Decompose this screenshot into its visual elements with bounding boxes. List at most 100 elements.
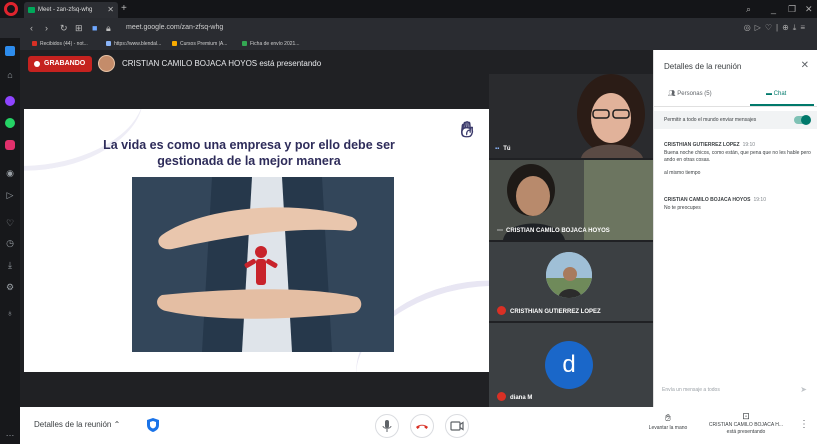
participant-name: ▪▪ Tú <box>495 146 511 152</box>
settings-icon[interactable]: ⚙ <box>4 282 16 292</box>
slide-photo <box>132 177 394 352</box>
meet-favicon-icon <box>28 7 35 13</box>
reload-icon[interactable]: ↻ <box>60 21 68 35</box>
bookmark-item[interactable]: https://www.blendal... <box>106 38 161 50</box>
allow-messages-label: Permitir a todo el mundo enviar mensajes <box>664 117 757 123</box>
lock-icon[interactable]: 🔒︎ <box>106 21 111 35</box>
maximize-window-icon[interactable]: ❐ <box>788 2 796 16</box>
gmail-icon <box>32 41 37 46</box>
bookmarks-bar: Recibidos (44) - not... https://www.blen… <box>20 38 817 50</box>
hands-protecting-person-image <box>132 177 394 352</box>
send-icon[interactable]: ➤ <box>800 384 807 396</box>
chat-icon: ▬ <box>766 91 772 97</box>
tab-close-icon[interactable]: ✕ <box>107 2 114 18</box>
address-bar: ‹ › ↻ ⊞ ■ 🔒︎ meet.google.com/zan-zfsq-wh… <box>0 18 817 38</box>
speed-dial-icon[interactable] <box>5 46 15 56</box>
message-time: 19:10 <box>742 142 756 148</box>
new-tab-icon[interactable]: + <box>121 2 127 16</box>
address-bar-actions[interactable]: ◎▷♡|⊕⤓≡ <box>744 21 809 35</box>
history-icon[interactable]: ◷ <box>4 238 16 248</box>
meet-stage: GRABANDO CRISTIAN CAMILO BOJACA HOYOS es… <box>20 50 653 407</box>
search-tabs-icon[interactable]: ⌕ <box>746 2 751 16</box>
bookmark-item[interactable]: Ficha de envío 2021... <box>242 38 299 50</box>
instagram-icon[interactable] <box>5 140 15 150</box>
slide-title: La vida es como una empresa y por ello d… <box>103 138 395 168</box>
tabs-grid-icon[interactable]: ⊞ <box>75 21 83 35</box>
participant-avatar: d <box>545 341 593 389</box>
url-field[interactable]: meet.google.com/zan-zfsq-whg <box>126 21 223 35</box>
opera-logo-icon[interactable] <box>4 2 18 16</box>
microphone-icon <box>382 420 392 432</box>
sheet-icon <box>242 41 247 46</box>
more-options-icon[interactable]: … <box>4 428 16 438</box>
close-icon[interactable]: ✕ <box>801 60 809 72</box>
browser-tab-bar: Meet - zan-zfsq-whg ✕ + ⌕ _ ❐ ✕ <box>0 0 817 18</box>
participant-name: CRISTHIAN GUTIERREZ LOPEZ <box>497 306 601 316</box>
back-icon[interactable]: ‹ <box>30 21 33 35</box>
participant-tile[interactable]: CRISTHIAN GUTIERREZ LOPEZ <box>489 242 653 321</box>
participant-avatar <box>546 252 592 298</box>
mic-off-icon <box>497 392 506 401</box>
tab-people[interactable]: 👥︎ Personas (5) <box>668 86 712 102</box>
whatsapp-icon[interactable] <box>5 118 15 128</box>
messenger-icon[interactable] <box>5 96 15 106</box>
player-icon[interactable]: ▷ <box>4 190 16 200</box>
downloads-icon[interactable]: ⤓ <box>4 260 16 270</box>
message-sender: CRISTHIAN GUTIERREZ LOPEZ <box>664 142 740 148</box>
hand-logo-icon: ✋︎ <box>460 117 474 142</box>
chat-message: CRISTIAN CAMILO BOJACA HOYOS 19:10 No te … <box>664 197 812 212</box>
close-window-icon[interactable]: ✕ <box>805 2 813 16</box>
hang-up-button[interactable] <box>410 414 434 438</box>
opera-sidebar: ⌂ ◉ ▷ ♡ ◷ ⤓ ⚙ ♁ … <box>0 38 20 444</box>
participant-name: ⋯ CRISTIAN CAMILO BOJACA HOYOS <box>497 228 610 234</box>
forward-icon[interactable]: › <box>45 21 48 35</box>
presenting-button[interactable]: ⊡ CRISTIAN CAMILO BOJACA H... está prese… <box>700 411 792 436</box>
chat-message: CRISTHIAN GUTIERREZ LOPEZ 19:10 Buena noc… <box>664 142 812 177</box>
bookmark-item[interactable]: Cursos Premium |A... <box>172 38 227 50</box>
course-icon <box>172 41 177 46</box>
heart-icon[interactable]: ♡ <box>4 218 16 228</box>
camera-indicator-icon[interactable]: ■ <box>92 21 97 35</box>
raise-hand-button[interactable]: ✋︎ Levantar la mano <box>640 413 696 432</box>
browser-tab-meet[interactable]: Meet - zan-zfsq-whg ✕ <box>24 2 118 18</box>
mic-off-icon <box>497 306 506 315</box>
pin-icon[interactable]: ♁ <box>4 308 16 318</box>
recording-badge: GRABANDO <box>28 56 93 72</box>
hang-up-icon <box>416 424 428 429</box>
message-text: No te preocupes <box>664 204 701 211</box>
allow-messages-toggle[interactable] <box>794 115 811 125</box>
message-sender: CRISTIAN CAMILO BOJACA HOYOS <box>664 197 751 203</box>
self-video <box>489 74 653 158</box>
minimize-window-icon[interactable]: _ <box>771 2 776 16</box>
message-time: 19:10 <box>753 197 766 203</box>
people-icon: 👥︎ <box>668 91 676 97</box>
presentation-slide[interactable]: ✋︎ La vida es como una empresa y por ell… <box>24 109 489 372</box>
camera-icon <box>450 421 464 431</box>
participant-tile-self[interactable]: ▪▪ Tú <box>489 74 653 158</box>
speaking-indicator-icon: ▪▪ <box>495 146 500 152</box>
bookmark-item[interactable]: Recibidos (44) - not... <box>32 38 88 50</box>
chat-input[interactable]: Envía un mensaje a todos <box>662 384 790 396</box>
meeting-details-panel: Detalles de la reunión ✕ 👥︎ Personas (5)… <box>653 50 817 407</box>
home-icon[interactable]: ⌂ <box>4 70 16 80</box>
present-screen-icon: ⊡ <box>742 411 750 421</box>
participant-name: diana M <box>497 392 532 402</box>
bottom-control-bar: Detalles de la reunión ⌃ ✋︎ Levantar la … <box>20 407 817 444</box>
meeting-details-button[interactable]: Detalles de la reunión ⌃ <box>34 418 120 432</box>
message-text: al mismo tiempo <box>664 169 701 176</box>
participant-tile[interactable]: ⋯ CRISTIAN CAMILO BOJACA HOYOS <box>489 160 653 240</box>
microphone-button[interactable] <box>375 414 399 438</box>
more-options-icon[interactable]: ⋯ <box>497 228 503 234</box>
snapshot-icon[interactable]: ◉ <box>4 168 16 178</box>
more-options-icon[interactable]: ⋮ <box>799 419 809 431</box>
participant-tile[interactable]: d diana M <box>489 323 653 407</box>
divider <box>654 106 817 107</box>
browser-tab-title: Meet - zan-zfsq-whg <box>38 7 93 13</box>
panel-title: Detalles de la reunión <box>664 62 742 71</box>
allow-messages-row: Permitir a todo el mundo enviar mensajes <box>654 111 817 129</box>
camera-button[interactable] <box>445 414 469 438</box>
presenter-avatar <box>98 55 115 72</box>
tab-chat[interactable]: ▬ Chat <box>766 86 786 102</box>
chevron-up-icon: ⌃ <box>113 420 121 429</box>
shield-icon[interactable] <box>146 417 160 433</box>
